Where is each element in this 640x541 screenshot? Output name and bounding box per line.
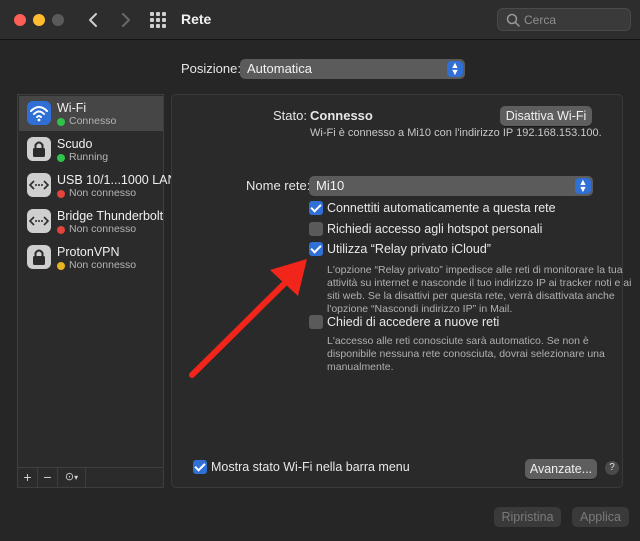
network-preferences-window: Rete Posizione: Automatica ▲▼ Wi-Fi Conn… [0,0,640,541]
annotation-arrow-icon [189,259,307,378]
